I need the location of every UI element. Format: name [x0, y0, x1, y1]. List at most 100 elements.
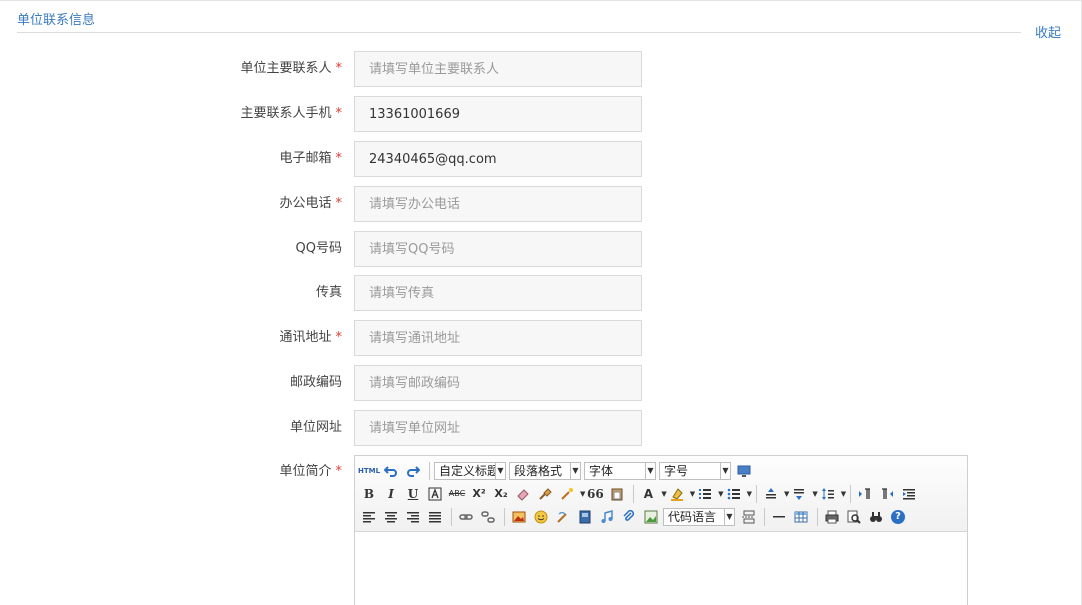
postcode-input[interactable]	[354, 365, 642, 401]
toolbar-row: HTML 自定义标题 ▼ 段落格式 ▼ 字体 ▼ 字号 ▼	[358, 459, 963, 482]
scrawl-icon[interactable]	[553, 507, 573, 527]
emoticon-icon[interactable]	[531, 507, 551, 527]
align-left-icon[interactable]	[359, 507, 379, 527]
align-center-icon[interactable]	[381, 507, 401, 527]
office-phone-input[interactable]	[354, 186, 642, 222]
ltr-direction-icon[interactable]	[855, 484, 875, 504]
editor-toolbar: HTML 自定义标题 ▼ 段落格式 ▼ 字体 ▼ 字号 ▼ B I U ABC …	[355, 456, 967, 532]
chevron-down-icon: ▼	[720, 462, 730, 479]
toolbar-separator	[633, 484, 635, 503]
paragraph-format-select[interactable]: 段落格式 ▼	[509, 461, 581, 480]
collapse-link[interactable]: 收起	[1035, 22, 1061, 41]
background-color-icon[interactable]	[667, 484, 687, 504]
field-label: 单位主要联系人 *	[240, 61, 342, 76]
format-brush-icon[interactable]	[535, 484, 555, 504]
align-justify-icon[interactable]	[425, 507, 445, 527]
qq-input[interactable]	[354, 231, 642, 267]
eraser-icon[interactable]	[513, 484, 533, 504]
form-row-postcode: 邮政编码	[0, 365, 1082, 401]
underline-icon[interactable]: U	[403, 484, 423, 504]
paragraph-spacing-top-icon[interactable]	[761, 484, 781, 504]
toolbar-separator	[504, 507, 505, 526]
italic-icon[interactable]: I	[381, 484, 401, 504]
preview-icon[interactable]	[844, 507, 864, 527]
form-row-contact-person: 单位主要联系人 *	[0, 51, 1082, 87]
required-mark: *	[335, 196, 343, 211]
chevron-down-icon[interactable]: ▼	[812, 490, 817, 498]
custom-heading-select[interactable]: 自定义标题 ▼	[434, 461, 506, 480]
toolbar-separator	[850, 484, 852, 503]
field-label: 电子邮箱 *	[279, 151, 343, 166]
form-row-website: 单位网址	[0, 410, 1082, 446]
bold-icon[interactable]: B	[359, 484, 379, 504]
rtl-direction-icon[interactable]	[877, 484, 897, 504]
font-color-icon[interactable]: A	[638, 484, 658, 504]
toolbar-row: B I U ABC X² X₂ ▼ 66 A ▼ ▼ ▼ ▼ ▼ ▼ ▼	[359, 482, 963, 505]
video-icon[interactable]	[575, 507, 595, 527]
redo-icon[interactable]	[403, 461, 423, 481]
align-right-icon[interactable]	[403, 507, 423, 527]
page: 单位联系信息 收起 单位主要联系人* 主要联系人手机* 电子邮箱* 办公电话* …	[0, 0, 1082, 605]
chevron-down-icon: ▼	[645, 462, 655, 479]
form-row-fax: 传真	[0, 275, 1082, 311]
required-mark: *	[335, 151, 343, 166]
chevron-down-icon[interactable]: ▼	[661, 490, 666, 498]
chevron-down-icon: ▼	[495, 462, 505, 479]
paste-plain-icon[interactable]	[607, 484, 627, 504]
unordered-list-icon[interactable]	[724, 484, 744, 504]
strikethrough-icon[interactable]: ABC	[447, 484, 467, 504]
contact-person-input[interactable]	[354, 51, 642, 87]
horizontal-rule-icon[interactable]	[769, 507, 789, 527]
code-language-select[interactable]: 代码语言 ▼	[663, 507, 735, 526]
toolbar-separator	[451, 507, 452, 526]
contact-mobile-input[interactable]	[354, 96, 642, 132]
line-height-icon[interactable]	[818, 484, 838, 504]
attachment-icon[interactable]	[619, 507, 639, 527]
chevron-down-icon[interactable]: ▼	[841, 490, 846, 498]
auto-format-icon[interactable]	[557, 484, 577, 504]
help-icon[interactable]: ?	[888, 507, 908, 527]
subscript-icon[interactable]: X₂	[491, 484, 511, 504]
page-break-icon[interactable]	[738, 507, 758, 527]
html-source-icon[interactable]: HTML	[358, 461, 380, 481]
paragraph-spacing-bottom-icon[interactable]	[789, 484, 809, 504]
image-manager-icon[interactable]	[641, 507, 661, 527]
editor-content-area[interactable]	[355, 532, 967, 605]
form-row-address: 通讯地址 *	[0, 320, 1082, 356]
superscript-icon[interactable]: X²	[469, 484, 489, 504]
chevron-down-icon[interactable]: ▼	[747, 490, 752, 498]
field-label: 邮政编码	[289, 375, 342, 390]
chevron-down-icon: ▼	[724, 508, 734, 525]
field-label: 单位网址	[289, 420, 342, 435]
field-label: 主要联系人手机 *	[240, 106, 342, 121]
font-size-select[interactable]: 字号 ▼	[659, 461, 731, 480]
ordered-list-icon[interactable]	[695, 484, 715, 504]
fullscreen-icon[interactable]	[734, 461, 754, 481]
fax-input[interactable]	[354, 275, 642, 311]
email-input[interactable]	[354, 141, 642, 177]
address-input[interactable]	[354, 320, 642, 356]
toolbar-separator	[755, 484, 757, 503]
form-row-contact-mobile: 主要联系人手机 *	[0, 96, 1082, 132]
indent-icon[interactable]	[899, 484, 919, 504]
required-mark: *	[335, 330, 343, 345]
font-border-icon[interactable]	[425, 484, 445, 504]
field-label: 单位简介 *	[279, 464, 343, 479]
unlink-icon[interactable]	[478, 507, 498, 527]
chevron-down-icon[interactable]: ▼	[718, 490, 723, 498]
required-mark: *	[335, 464, 343, 479]
undo-icon[interactable]	[381, 461, 401, 481]
music-icon[interactable]	[597, 507, 617, 527]
image-icon[interactable]	[509, 507, 529, 527]
print-icon[interactable]	[822, 507, 842, 527]
website-input[interactable]	[354, 410, 642, 446]
font-family-select[interactable]: 字体 ▼	[584, 461, 656, 480]
section-title: 单位联系信息	[17, 13, 96, 28]
search-replace-icon[interactable]	[866, 507, 886, 527]
link-icon[interactable]	[456, 507, 476, 527]
field-label: 办公电话 *	[279, 196, 343, 211]
blockquote-icon[interactable]: 66	[585, 484, 605, 504]
form-row-office-phone: 办公电话 *	[0, 186, 1082, 222]
toolbar-row: 代码语言 ▼ ?	[359, 505, 963, 528]
table-icon[interactable]	[791, 507, 811, 527]
